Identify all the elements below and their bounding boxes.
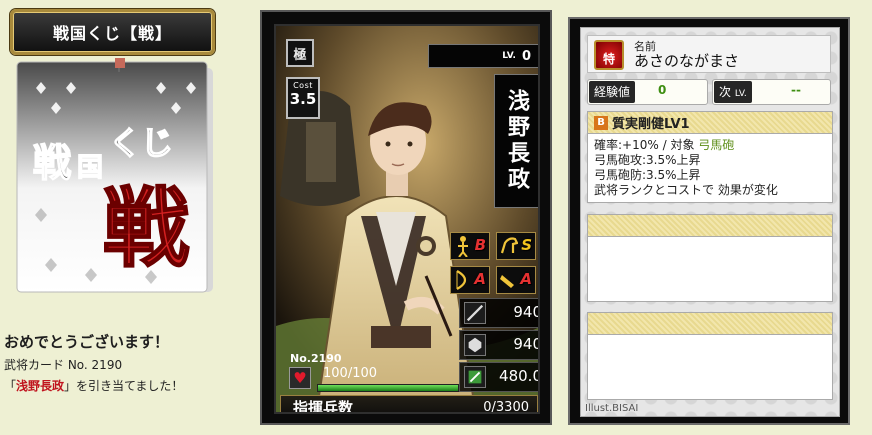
skill-grade-4: A (520, 270, 532, 288)
cost-value: 3.5 (289, 90, 317, 108)
skill-header-empty-3 (588, 313, 832, 335)
exp-box: 経験値 0 (587, 79, 708, 105)
skill-grade-2: S (521, 236, 532, 254)
strategy-value: 480.0 (499, 367, 540, 385)
skill-box-1: B 質実剛健LV1 確率:+10% / 対象 弓馬砲 弓馬砲攻:3.5%上昇 弓… (587, 111, 833, 203)
troops-value: 0/3300 (483, 400, 529, 414)
skill-grade-3: A (474, 270, 486, 288)
card-general-name: 浅野長政 (494, 74, 538, 208)
skill-slot-2: S (496, 232, 536, 260)
cost-label: Cost (293, 81, 313, 90)
skill-grade-badge: B (594, 115, 608, 130)
skill-name: 質実剛健LV1 (612, 117, 690, 132)
skill-box-2 (587, 214, 833, 302)
lottery-text-guo: 国 (77, 153, 103, 183)
lottery-text-sen-big: 戦 (103, 178, 189, 279)
horse-icon (500, 237, 518, 254)
lottery-card-image: 戦 国 くじ 戦 (16, 58, 213, 293)
skill-grade-1: B (474, 236, 486, 254)
general-info-panel: 特 名前 あさのながまさ 経験値 0 次 LV. -- B 質実剛健LV1 確率… (568, 17, 850, 425)
hp-panel: ♥ 100/100 (289, 365, 459, 393)
name-reading: あさのながまさ (634, 52, 740, 70)
level-label: LV. (502, 51, 516, 61)
defense-icon (464, 334, 486, 356)
skill-box-3 (587, 312, 833, 400)
level-value: 0 (521, 48, 531, 64)
troops-label: 指揮兵数 (293, 399, 354, 414)
skill-description: 確率:+10% / 対象 弓馬砲 弓馬砲攻:3.5%上昇 弓馬砲防:3.5%上昇… (588, 134, 832, 202)
lottery-text-kuji: くじ (109, 124, 173, 162)
next-level-box: 次 LV. -- (712, 79, 831, 105)
cost-badge: Cost 3.5 (286, 77, 320, 119)
lottery-text-sen-small: 戦 (33, 140, 71, 185)
skill-target: 弓馬砲 (698, 138, 735, 152)
skill-rate-line: 確率:+10% / 対象 弓馬砲 (594, 138, 735, 152)
skill-effect-line-3: 武将ランクとコストで 効果が変化 (594, 183, 778, 197)
stat-attack: 940 (459, 298, 540, 328)
skill-effect-line-2: 弓馬砲防:3.5%上昇 (594, 168, 701, 182)
skill-header: B 質実剛健LV1 (588, 112, 832, 134)
skill-effect-line-1: 弓馬砲攻:3.5%上昇 (594, 153, 701, 167)
skill-slot-4: A (496, 266, 536, 294)
skill-header-empty-2 (588, 215, 832, 237)
bow-icon (456, 270, 467, 290)
skill-slot-1: B (450, 232, 490, 260)
defense-value: 940 (513, 335, 540, 353)
general-type-icon: 特 (594, 40, 624, 70)
rarity-badge: 極 (286, 39, 314, 67)
troops-plate: 指揮兵数 0/3300 (280, 395, 538, 414)
stat-strategy: 480.0 (459, 362, 540, 392)
congrats-headline: おめでとうございます！ (4, 333, 170, 351)
attack-icon (464, 302, 486, 324)
name-box: 特 名前 あさのながまさ (587, 35, 831, 73)
bow-figure-icon (458, 236, 468, 257)
card-number: No.2190 (290, 352, 342, 365)
skill-slot-3: A (450, 266, 490, 294)
result-card-number: 武将カード No. 2190 (4, 358, 123, 372)
next-label: 次 LV. (714, 81, 752, 103)
result-general-name: 浅野長政 (16, 379, 65, 393)
result-message: 「浅野長政」を引き当てました！ (4, 379, 184, 393)
hp-value: 100/100 (323, 366, 378, 381)
heart-icon: ♥ (289, 367, 311, 389)
attack-value: 940 (513, 303, 540, 321)
illustrator-credit: Illust.BISAI (585, 403, 639, 414)
exp-value: 0 (658, 83, 667, 97)
stat-defense: 940 (459, 330, 540, 360)
hp-bar-fill (318, 385, 458, 391)
banner-title: 戦国くじ【戦】 (10, 9, 215, 55)
exp-label: 経験値 (589, 81, 636, 103)
next-value: -- (791, 83, 801, 97)
level-plate: LV. 0 (428, 44, 538, 68)
general-card[interactable]: 極 Cost 3.5 LV. 0 浅野長政 B S A A 940 940 48… (260, 10, 552, 425)
gun-icon (500, 275, 514, 288)
strategy-icon (464, 366, 486, 388)
hp-bar (317, 384, 459, 392)
